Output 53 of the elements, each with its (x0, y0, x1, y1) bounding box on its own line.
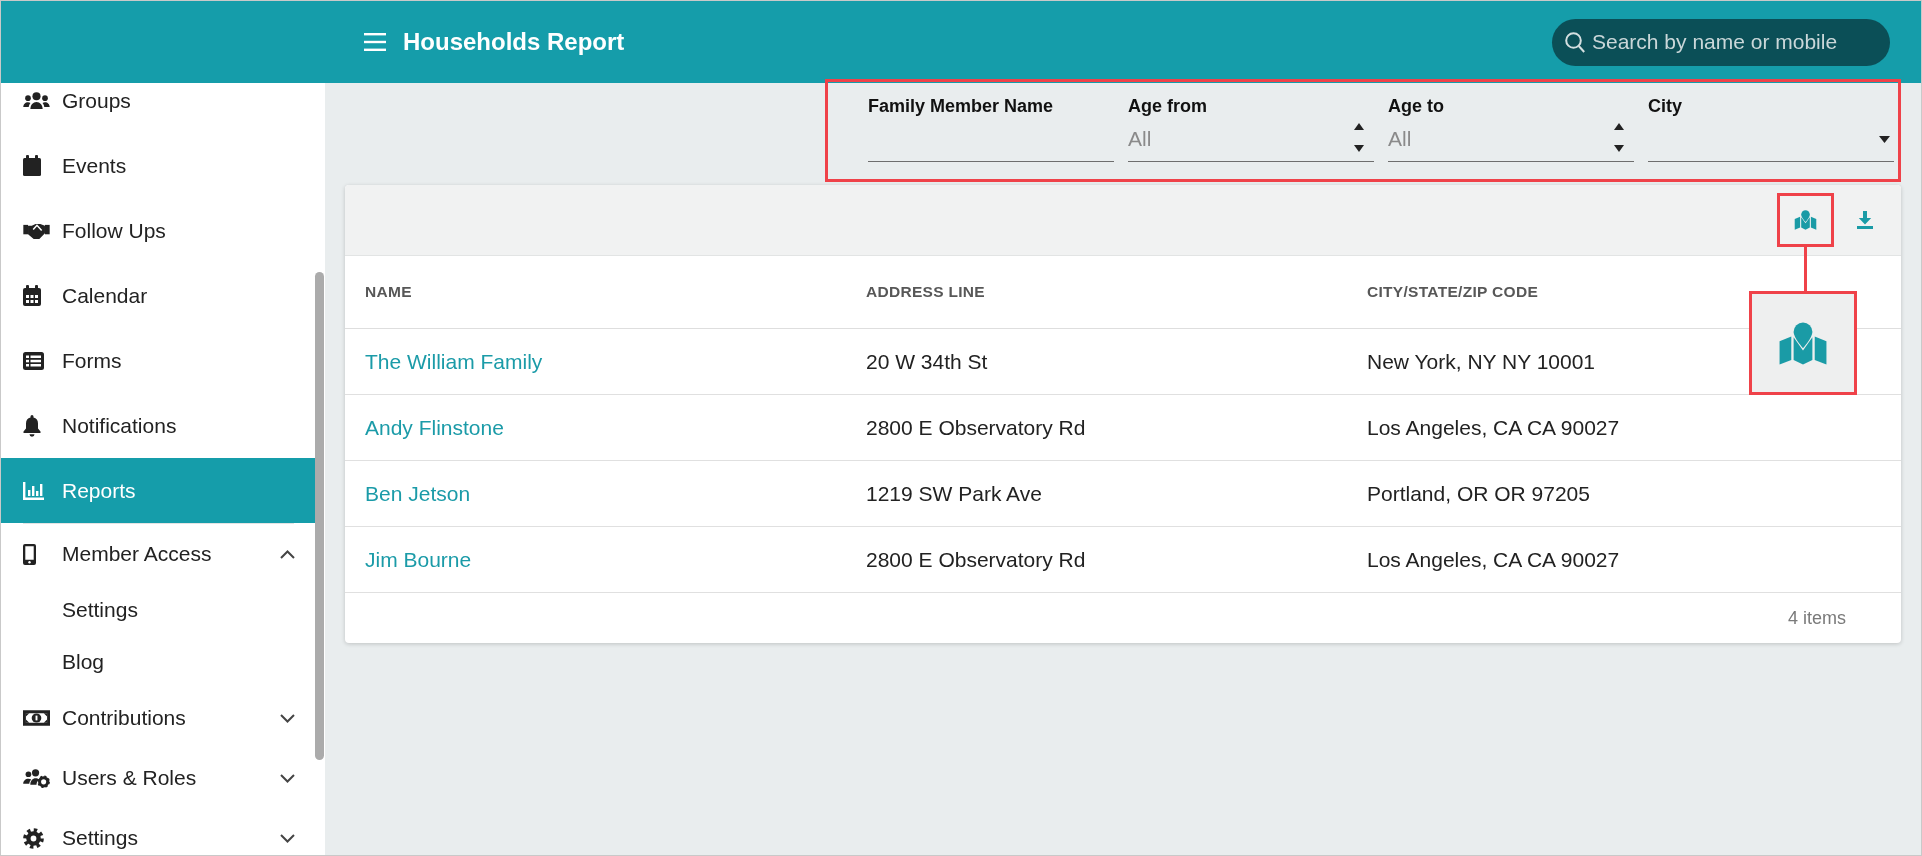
mobile-phone-icon (23, 543, 36, 565)
spinner-down-icon[interactable] (1614, 145, 1624, 152)
download-icon (1856, 211, 1873, 229)
table-cell-text: 1219 SW Park Ave (866, 481, 1043, 506)
column-header[interactable]: CITY/STATE/ZIP CODE (1367, 283, 1901, 301)
users-group-icon (23, 92, 50, 109)
table-cell-text: 20 W 34th St (866, 349, 989, 374)
table-cell-text: Portland, OR OR 97205 (1367, 481, 1591, 506)
settings-icon (23, 827, 44, 849)
field-label: City (1648, 95, 1683, 117)
map-icon (1777, 321, 1828, 365)
caret-down-icon (1879, 135, 1890, 143)
spinner-up-icon[interactable] (1354, 123, 1364, 130)
search-field[interactable]: Search by name or mobile (1552, 18, 1890, 66)
table-cell-text: Los Angeles, CA CA 90027 (1367, 547, 1621, 572)
scrollbar-thumb[interactable] (315, 272, 324, 760)
nav-item[interactable]: Follow Ups (1, 198, 315, 263)
handshake-icon (23, 222, 50, 239)
column-header[interactable]: NAME (365, 283, 866, 301)
calendar-icon (23, 155, 41, 176)
calendar-icon (23, 285, 41, 306)
bar-chart-icon (23, 481, 44, 500)
nav-group[interactable]: Member Access (1, 524, 315, 584)
page-title: Households Report (403, 28, 625, 56)
nav-group[interactable]: Users & Roles (1, 748, 315, 808)
map-icon (1794, 210, 1817, 230)
nav-subitem[interactable]: Blog (1, 636, 315, 688)
bell-icon (23, 414, 41, 437)
table-cell-text: Los Angeles, CA CA 90027 (1367, 415, 1621, 440)
column-header[interactable]: ADDRESS LINE (866, 283, 1367, 301)
field-label: Age to (1388, 95, 1445, 117)
spinner-down-icon[interactable] (1354, 145, 1364, 152)
nav-item[interactable]: Groups (1, 83, 315, 133)
search-icon (1565, 31, 1585, 53)
users-gear-icon (23, 768, 50, 788)
spinner-up-icon[interactable] (1614, 123, 1624, 130)
field-label: Family Member Name (868, 95, 1055, 117)
nav-item[interactable]: Calendar (1, 263, 315, 328)
list-icon (23, 351, 44, 370)
map-button[interactable] (1777, 193, 1834, 247)
table-cell-text: New York, NY NY 10001 (1367, 349, 1597, 374)
nav-item[interactable]: Events (1, 133, 315, 198)
table-cell-text: 2800 E Observatory Rd (866, 415, 1087, 440)
nav-group[interactable]: Settings (1, 808, 315, 855)
nav-group[interactable]: Contributions (1, 688, 315, 748)
menu-icon[interactable] (364, 33, 386, 51)
item-count: 4 items (1787, 607, 1846, 629)
nav-item[interactable]: Notifications (1, 393, 315, 458)
nav-item[interactable]: Forms (1, 328, 315, 393)
nav-subitem[interactable]: Settings (1, 584, 315, 636)
table-cell-text: 2800 E Observatory Rd (866, 547, 1087, 572)
banknote-icon (23, 710, 50, 726)
field-label: Age from (1128, 95, 1208, 117)
